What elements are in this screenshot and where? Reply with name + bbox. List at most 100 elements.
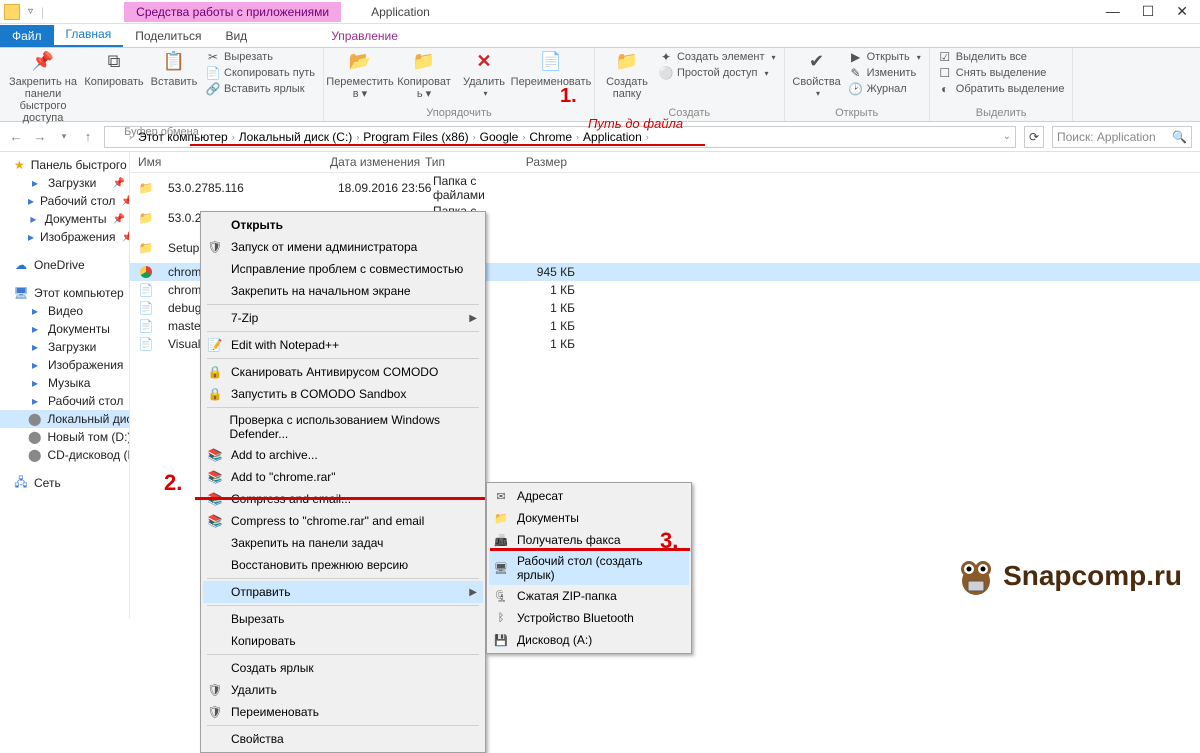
- sidebar-this-pc[interactable]: 🖥Этот компьютер: [0, 284, 129, 302]
- context-menu-item[interactable]: Создать ярлык: [203, 657, 483, 679]
- minimize-button[interactable]: —: [1106, 3, 1120, 20]
- sidebar-item[interactable]: ▸Музыка: [0, 374, 129, 392]
- chevron-icon[interactable]: ›: [469, 132, 480, 142]
- context-menu-item[interactable]: 📚Add to "chrome.rar": [203, 466, 483, 488]
- context-menu-item[interactable]: Исправление проблем с совместимостью: [203, 258, 483, 280]
- chevron-icon[interactable]: ›: [352, 132, 363, 142]
- submenu-item[interactable]: 💾Дисковод (A:): [489, 629, 689, 651]
- easy-access-button[interactable]: ⚪Простой доступ▾: [659, 66, 776, 80]
- new-folder-button[interactable]: 📁Создать папку: [603, 50, 651, 100]
- move-to-button[interactable]: 📂Переместить в ▾: [332, 50, 388, 100]
- sidebar-network[interactable]: 🖧Сеть: [0, 474, 129, 492]
- search-input[interactable]: Поиск: Application 🔍: [1052, 126, 1192, 148]
- chevron-icon[interactable]: ›: [518, 132, 529, 142]
- properties-button[interactable]: ✔Свойства▾: [793, 50, 841, 99]
- context-menu-item[interactable]: 📚Compress to "chrome.rar" and email: [203, 510, 483, 532]
- chevron-icon[interactable]: ›: [125, 132, 136, 142]
- select-none-icon: ☐: [938, 66, 952, 80]
- breadcrumb-item[interactable]: Этот компьютер: [138, 130, 228, 144]
- context-menu-item[interactable]: Открыть: [203, 214, 483, 236]
- tab-file[interactable]: Файл: [0, 25, 54, 47]
- tab-share[interactable]: Поделиться: [123, 25, 213, 47]
- breadcrumb-item[interactable]: Program Files (x86): [363, 130, 468, 144]
- sidebar-item[interactable]: ▸Документы📌: [0, 210, 129, 228]
- sidebar-item[interactable]: ▸Видео: [0, 302, 129, 320]
- copy-button[interactable]: ⧉ Копировать: [86, 50, 142, 124]
- col-type[interactable]: Тип: [425, 155, 515, 169]
- back-button[interactable]: ←: [8, 129, 24, 144]
- submenu-item[interactable]: 🗜Сжатая ZIP-папка: [489, 585, 689, 607]
- sidebar-item[interactable]: ▸Изображения📌: [0, 228, 129, 246]
- context-menu-item[interactable]: Закрепить на начальном экране: [203, 280, 483, 302]
- context-menu-item[interactable]: 📚Add to archive...: [203, 444, 483, 466]
- col-size[interactable]: Размер: [515, 155, 575, 169]
- paste-shortcut-button[interactable]: 🔗Вставить ярлык: [206, 82, 315, 96]
- sidebar-item[interactable]: ▸Документы: [0, 320, 129, 338]
- sidebar-onedrive[interactable]: ☁OneDrive: [0, 256, 129, 274]
- sidebar-item[interactable]: ⬤CD-дисковод (E:): [0, 446, 129, 464]
- qat-dropdown-icon[interactable]: ▿: [28, 6, 33, 17]
- invert-selection-button[interactable]: ◐Обратить выделение: [938, 82, 1065, 96]
- context-menu-item[interactable]: 7-Zip▶: [203, 307, 483, 329]
- tab-manage[interactable]: Управление: [319, 25, 410, 47]
- breadcrumb-item[interactable]: Application: [583, 130, 642, 144]
- refresh-button[interactable]: ⟳: [1024, 126, 1044, 148]
- sidebar-quick-access[interactable]: ★Панель быстрого до: [0, 156, 129, 174]
- sidebar-item[interactable]: ▸Рабочий стол: [0, 392, 129, 410]
- close-button[interactable]: ✕: [1176, 3, 1188, 20]
- context-menu-item[interactable]: Проверка с использованием Windows Defend…: [203, 410, 483, 444]
- sidebar-item[interactable]: ▸Загрузки📌: [0, 174, 129, 192]
- submenu-item[interactable]: 🖥Рабочий стол (создать ярлык): [489, 551, 689, 585]
- menu-icon: 📚: [207, 469, 223, 485]
- sidebar-item[interactable]: ▸Изображения: [0, 356, 129, 374]
- up-button[interactable]: ↑: [80, 129, 96, 144]
- column-headers[interactable]: Имя Дата изменения Тип Размер: [130, 152, 1200, 173]
- recent-dropdown[interactable]: ▾: [56, 131, 72, 142]
- col-name[interactable]: Имя: [130, 155, 330, 169]
- pin-quick-access-button[interactable]: 📌 Закрепить на панели быстрого доступа: [8, 50, 78, 124]
- file-row[interactable]: 📁53.0.2785.11618.09.2016 23:56Папка с фа…: [130, 173, 1200, 203]
- chevron-icon[interactable]: ›: [572, 132, 583, 142]
- edit-button[interactable]: ✎Изменить: [849, 66, 921, 80]
- context-menu-item[interactable]: 📝Edit with Notepad++: [203, 334, 483, 356]
- select-all-button[interactable]: ☑Выделить все: [938, 50, 1065, 64]
- select-none-button[interactable]: ☐Снять выделение: [938, 66, 1065, 80]
- submenu-item[interactable]: ✉Адресат: [489, 485, 689, 507]
- submenu-item[interactable]: 📁Документы: [489, 507, 689, 529]
- history-button[interactable]: 🕑Журнал: [849, 82, 921, 96]
- open-button[interactable]: ▶Открыть▾: [849, 50, 921, 64]
- sidebar-item[interactable]: ▸Рабочий стол📌: [0, 192, 129, 210]
- context-menu-item[interactable]: Отправить▶: [203, 581, 483, 603]
- copy-to-button[interactable]: 📁Копироват ь ▾: [396, 50, 452, 100]
- context-menu-item[interactable]: 🛡Удалить: [203, 679, 483, 701]
- sidebar-item[interactable]: ⬤Новый том (D:): [0, 428, 129, 446]
- context-menu-item[interactable]: 🛡Запуск от имени администратора: [203, 236, 483, 258]
- paste-button[interactable]: 📋 Вставить: [150, 50, 198, 124]
- context-menu-item[interactable]: 🛡Переименовать: [203, 701, 483, 723]
- context-menu-item[interactable]: Копировать: [203, 630, 483, 652]
- breadcrumb-item[interactable]: Google: [480, 130, 519, 144]
- maximize-button[interactable]: ☐: [1142, 3, 1155, 20]
- context-menu-item[interactable]: Восстановить прежнюю версию: [203, 554, 483, 576]
- breadcrumb-item[interactable]: Chrome: [529, 130, 572, 144]
- forward-button[interactable]: →: [32, 129, 48, 144]
- breadcrumb-bar[interactable]: › Этот компьютер›Локальный диск (C:)›Pro…: [104, 126, 1016, 148]
- context-menu-item[interactable]: Свойства: [203, 728, 483, 750]
- breadcrumb-dropdown[interactable]: ⌄: [1003, 131, 1011, 142]
- col-date[interactable]: Дата изменения: [330, 155, 425, 169]
- copy-path-button[interactable]: 📄Скопировать путь: [206, 66, 315, 80]
- context-menu-item[interactable]: 🔒Запустить в COMODO Sandbox: [203, 383, 483, 405]
- sidebar-item[interactable]: ▸Загрузки: [0, 338, 129, 356]
- delete-button[interactable]: ✕Удалить▾: [460, 50, 508, 100]
- context-menu-item[interactable]: 🔒Сканировать Антивирусом COMODO: [203, 361, 483, 383]
- breadcrumb-item[interactable]: Локальный диск (C:): [239, 130, 353, 144]
- tab-view[interactable]: Вид: [213, 25, 259, 47]
- cut-button[interactable]: ✂Вырезать: [206, 50, 315, 64]
- tab-home[interactable]: Главная: [54, 23, 124, 47]
- chevron-icon[interactable]: ›: [642, 132, 653, 142]
- chevron-icon[interactable]: ›: [228, 132, 239, 142]
- submenu-item[interactable]: ᛒУстройство Bluetooth: [489, 607, 689, 629]
- context-menu-item[interactable]: Закрепить на панели задач: [203, 532, 483, 554]
- new-item-button[interactable]: ✦Создать элемент▾: [659, 50, 776, 64]
- sidebar-item[interactable]: ⬤Локальный диск (C: [0, 410, 129, 428]
